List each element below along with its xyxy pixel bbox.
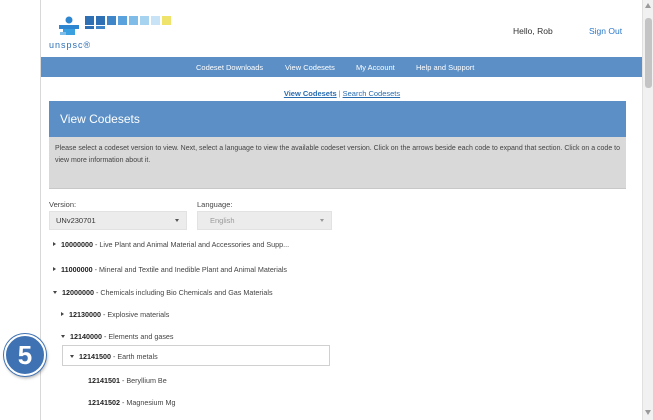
browser-page: unspsc® Hello, Rob Sign Out Codeset Down… [40, 0, 643, 420]
expand-arrow-icon[interactable] [61, 312, 64, 316]
scroll-up-arrow-icon[interactable] [645, 3, 651, 8]
tree-item[interactable]: 12141502 - Magnesium Mg [88, 398, 176, 407]
version-select-value: UNv230701 [56, 216, 96, 225]
collapse-arrow-icon[interactable] [53, 291, 57, 294]
tree-item[interactable]: 12000000 - Chemicals including Bio Chemi… [53, 288, 273, 297]
tree-item[interactable]: 12130000 - Explosive materials [61, 310, 169, 319]
chevron-down-icon [175, 219, 179, 222]
expand-arrow-icon[interactable] [53, 267, 56, 271]
tree-item[interactable]: 12140000 - Elements and gases [61, 332, 174, 341]
tree-item[interactable]: 10000000 - Live Plant and Animal Materia… [53, 240, 289, 249]
sub-nav: View Codesets | Search Codesets [41, 89, 643, 98]
language-select-value: English [210, 216, 235, 225]
logo-wordmark: unspsc® [49, 40, 92, 50]
page-title: View Codesets [60, 112, 140, 126]
nav-view-codesets[interactable]: View Codesets [285, 63, 335, 72]
unspsc-logo[interactable]: unspsc® [49, 12, 199, 52]
collapse-arrow-icon[interactable] [61, 335, 65, 338]
site-header: unspsc® Hello, Rob Sign Out [41, 0, 643, 56]
scroll-down-arrow-icon[interactable] [645, 410, 651, 415]
sign-out-link[interactable]: Sign Out [589, 26, 622, 36]
vertical-scrollbar[interactable] [642, 0, 653, 420]
unspsc-logo-mark [59, 16, 171, 35]
nav-help-and-support[interactable]: Help and Support [416, 63, 474, 72]
language-select[interactable]: English [197, 211, 332, 230]
page-title-bar: View Codesets [49, 101, 626, 137]
subnav-view-codesets[interactable]: View Codesets [284, 89, 337, 98]
version-select[interactable]: UNv230701 [49, 211, 187, 230]
expand-arrow-icon[interactable] [53, 242, 56, 246]
nav-codeset-downloads[interactable]: Codeset Downloads [196, 63, 263, 72]
chevron-down-icon [320, 219, 324, 222]
nav-my-account[interactable]: My Account [356, 63, 395, 72]
step-number-badge: 5 [4, 334, 46, 376]
tree-item[interactable]: 12141500 - Earth metals [70, 352, 158, 361]
version-label: Version: [49, 200, 77, 209]
language-label: Language: [197, 200, 233, 209]
main-nav: Codeset Downloads View Codesets My Accou… [41, 57, 643, 77]
collapse-arrow-icon[interactable] [70, 355, 74, 358]
subnav-separator: | [338, 89, 341, 98]
instructions-panel: Please select a codeset version to view.… [49, 137, 626, 189]
tree-item[interactable]: 12141501 - Beryllium Be [88, 376, 167, 385]
user-greeting: Hello, Rob [513, 26, 553, 36]
scrollbar-thumb[interactable] [645, 18, 652, 88]
subnav-search-codesets[interactable]: Search Codesets [343, 89, 401, 98]
tree-item[interactable]: 11000000 - Mineral and Textile and Inedi… [53, 265, 287, 274]
